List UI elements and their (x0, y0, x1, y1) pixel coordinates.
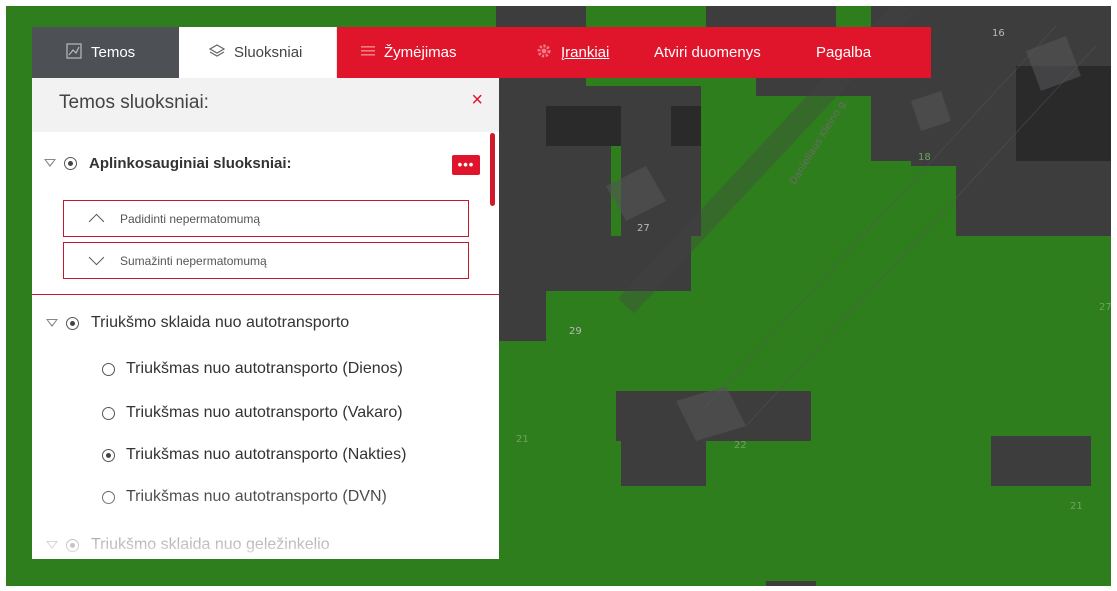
scrollbar-thumb[interactable] (490, 133, 495, 206)
increase-opacity-button[interactable]: Padidinti nepermatomumą (63, 200, 469, 237)
house-number-label: 27 (1099, 302, 1111, 313)
group-radio[interactable] (66, 316, 79, 330)
group-radio[interactable] (66, 538, 79, 552)
menu-lines-icon (361, 44, 375, 61)
top-toolbar: Temos Sluoksniai Žymėjimas Įrankiai Atvi… (32, 27, 931, 78)
tab-atviri-duomenys[interactable]: Atviri duomenys (632, 27, 796, 78)
house-number-label: 18 (918, 152, 931, 163)
house-number-label: 27 (637, 223, 650, 234)
house-number-label: 29 (569, 326, 582, 337)
house-number-label: 22 (734, 440, 747, 451)
layer-group-gelezinkelis: Triukšmo sklaida nuo geležinkelio (32, 530, 499, 559)
tab-irankiai[interactable]: Įrankiai (514, 27, 632, 78)
tab-sluoksniai[interactable]: Sluoksniai (179, 27, 337, 78)
layer-radio[interactable] (102, 490, 115, 504)
divider (32, 294, 499, 295)
layer-label: Triukšmas nuo autotransporto (Vakaro) (126, 404, 403, 421)
layers-icon (208, 43, 226, 63)
more-options-button[interactable]: ••• (452, 155, 480, 175)
layers-panel: Temos sluoksniai: × Aplinkosauginiai slu… (32, 78, 499, 559)
group-title: Aplinkosauginiai sluoksniai: (89, 154, 292, 172)
collapse-triangle-icon[interactable] (44, 159, 56, 167)
tab-label: Atviri duomenys (654, 44, 761, 61)
layer-group-aplinkosauginiai: Aplinkosauginiai sluoksniai: ••• (32, 148, 499, 178)
layer-item[interactable]: Triukšmas nuo autotransporto (Nakties) (102, 440, 406, 470)
tab-label: Įrankiai (561, 44, 610, 61)
group-title: Triukšmo sklaida nuo autotransporto (91, 314, 350, 331)
house-number-label: 21 (1070, 501, 1083, 512)
chevron-down-icon (88, 249, 105, 266)
chevron-up-icon (88, 213, 105, 230)
tab-label: Žymėjimas (384, 44, 457, 61)
layer-radio[interactable] (102, 406, 115, 420)
group-radio[interactable] (64, 156, 77, 170)
layer-label: Triukšmas nuo autotransporto (Nakties) (126, 446, 407, 463)
button-label: Padidinti nepermatomumą (120, 211, 261, 226)
house-number-label: 21 (516, 434, 529, 445)
gear-icon (536, 43, 552, 63)
decrease-opacity-button[interactable]: Sumažinti nepermatomumą (63, 242, 469, 279)
layer-radio[interactable] (102, 448, 115, 462)
layer-radio[interactable] (102, 362, 115, 376)
layer-item[interactable]: Triukšmas nuo autotransporto (Dienos) (102, 354, 403, 384)
tab-pagalba[interactable]: Pagalba (796, 27, 931, 78)
collapse-triangle-icon[interactable] (46, 319, 58, 327)
layer-group-autotransportas: Triukšmo sklaida nuo autotransporto (32, 308, 499, 338)
layer-item[interactable]: Triukšmas nuo autotransporto (DVN) (102, 482, 387, 512)
collapse-triangle-icon[interactable] (46, 541, 58, 549)
panel-title: Temos sluoksniai: (59, 92, 209, 113)
layer-item[interactable]: Triukšmas nuo autotransporto (Vakaro) (102, 398, 403, 428)
button-label: Sumažinti nepermatomumą (120, 253, 267, 268)
house-number-label: 16 (992, 28, 1005, 39)
layer-label: Triukšmas nuo autotransporto (Dienos) (126, 360, 403, 377)
tab-label: Pagalba (816, 44, 872, 61)
layer-label: Triukšmas nuo autotransporto (DVN) (126, 488, 387, 505)
tab-label: Temos (91, 44, 136, 61)
panel-header: Temos sluoksniai: × (32, 78, 499, 132)
themes-icon (66, 42, 82, 63)
group-title: Triukšmo sklaida nuo geležinkelio (91, 536, 330, 553)
close-icon[interactable]: × (471, 90, 483, 110)
tab-zymejimas[interactable]: Žymėjimas (337, 27, 514, 78)
tab-temos[interactable]: Temos (32, 27, 179, 78)
tab-label: Sluoksniai (234, 44, 303, 61)
